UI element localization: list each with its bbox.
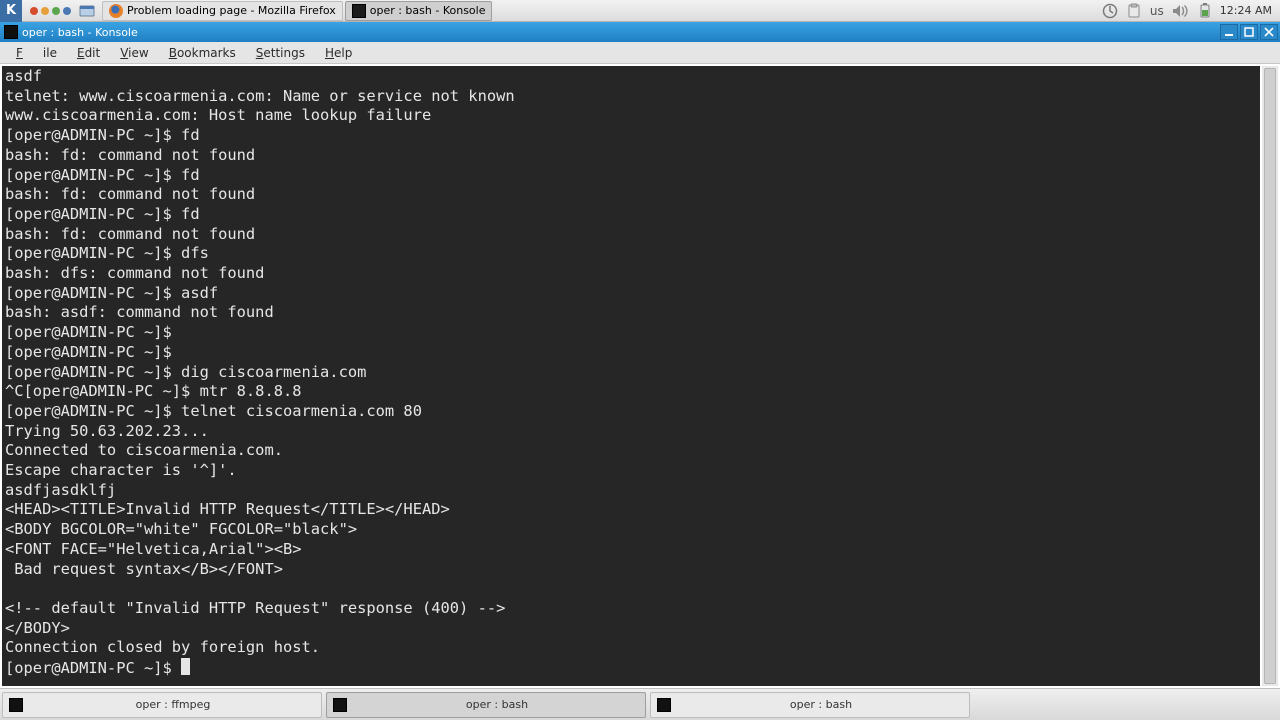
window-close-button[interactable] <box>1260 24 1278 40</box>
pager-widget[interactable] <box>30 7 71 15</box>
taskbar-item-label: Problem loading page - Mozilla Firefox <box>127 4 336 17</box>
menu-view[interactable]: View <box>110 46 158 60</box>
update-notifier-icon[interactable] <box>1102 3 1118 19</box>
keyboard-layout-indicator[interactable]: us <box>1150 4 1164 18</box>
konsole-menubar: File Edit View Bookmarks Settings Help <box>0 42 1280 64</box>
kmenu-button[interactable]: K <box>0 0 22 22</box>
desktop-1-dot[interactable] <box>30 7 38 15</box>
konsole-icon <box>657 698 671 712</box>
taskbar-item-firefox[interactable]: Problem loading page - Mozilla Firefox <box>102 1 343 21</box>
konsole-icon <box>333 698 347 712</box>
menu-settings[interactable]: Settings <box>246 46 315 60</box>
show-desktop-icon[interactable] <box>79 3 95 19</box>
desktop-3-dot[interactable] <box>52 7 60 15</box>
desktop-4-dot[interactable] <box>63 7 71 15</box>
taskbar-item-label: oper : bash - Konsole <box>370 4 486 17</box>
menu-bookmarks[interactable]: Bookmarks <box>159 46 246 60</box>
window-maximize-button[interactable] <box>1240 24 1258 40</box>
tab-label: oper : ffmpeg <box>31 698 315 711</box>
firefox-icon <box>109 4 123 18</box>
scrollbar-thumb[interactable] <box>1264 68 1276 684</box>
klipper-icon[interactable] <box>1126 3 1142 19</box>
window-titlebar[interactable]: oper : bash - Konsole <box>0 22 1280 42</box>
menu-file[interactable]: File <box>6 46 67 60</box>
system-tray: us 12:24 AM <box>1102 3 1280 19</box>
window-title-text: oper : bash - Konsole <box>22 26 138 39</box>
konsole-icon <box>9 698 23 712</box>
tab-bash-1[interactable]: oper : bash <box>326 692 646 718</box>
panel-clock[interactable]: 12:24 AM <box>1220 4 1272 17</box>
konsole-icon <box>352 4 366 18</box>
menu-edit[interactable]: Edit <box>67 46 110 60</box>
tab-ffmpeg[interactable]: oper : ffmpeg <box>2 692 322 718</box>
volume-icon[interactable] <box>1172 4 1190 18</box>
power-manager-icon[interactable] <box>1198 3 1212 19</box>
menu-help[interactable]: Help <box>315 46 362 60</box>
tab-label: oper : bash <box>679 698 963 711</box>
system-panel: K Problem loading page - Mozilla Firefox… <box>0 0 1280 22</box>
window-minimize-button[interactable] <box>1220 24 1238 40</box>
terminal-cursor <box>181 658 190 675</box>
terminal-viewport: asdf telnet: www.ciscoarmenia.com: Name … <box>0 64 1280 688</box>
konsole-tabbar: oper : ffmpeg oper : bash oper : bash <box>0 688 1280 720</box>
tab-bash-2[interactable]: oper : bash <box>650 692 970 718</box>
tab-label: oper : bash <box>355 698 639 711</box>
taskbar-item-konsole[interactable]: oper : bash - Konsole <box>345 1 493 21</box>
terminal-text: asdf telnet: www.ciscoarmenia.com: Name … <box>5 67 515 677</box>
terminal-scrollbar[interactable] <box>1262 66 1278 686</box>
terminal-output[interactable]: asdf telnet: www.ciscoarmenia.com: Name … <box>2 66 1260 686</box>
desktop-2-dot[interactable] <box>41 7 49 15</box>
window-app-icon <box>4 25 18 39</box>
